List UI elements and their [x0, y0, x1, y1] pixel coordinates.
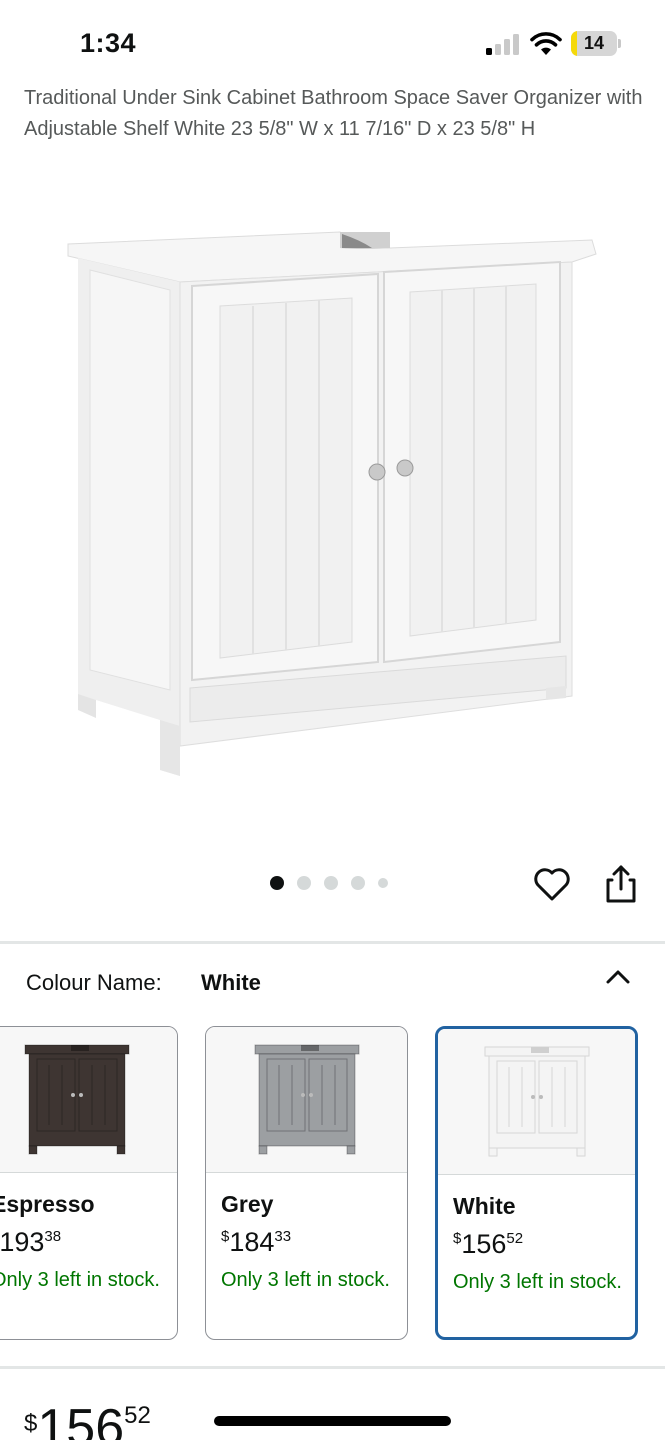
- chevron-up-icon[interactable]: [604, 966, 632, 988]
- share-icon[interactable]: [604, 864, 638, 904]
- section-divider: [0, 1366, 665, 1369]
- option-stock: Only 3 left in stock.: [221, 1269, 390, 1291]
- option-name: White: [453, 1193, 516, 1219]
- status-time: 1:34: [80, 28, 137, 58]
- carousel-dot[interactable]: [324, 876, 338, 890]
- battery-indicator: 14: [571, 31, 621, 56]
- carousel-dot[interactable]: [378, 878, 388, 888]
- option-price: $15652: [453, 1229, 524, 1259]
- section-divider: [0, 941, 665, 944]
- colour-option-grey[interactable]: Grey $18433 Only 3 left in stock.: [205, 1026, 408, 1340]
- wifi-icon: [530, 32, 562, 55]
- heart-icon[interactable]: [533, 866, 571, 902]
- product-title: Traditional Under Sink Cabinet Bathroom …: [24, 87, 643, 140]
- home-indicator[interactable]: [214, 1416, 451, 1426]
- carousel-dot[interactable]: [270, 876, 284, 890]
- swatch-image: [206, 1027, 407, 1173]
- colour-option-white[interactable]: White $15652 Only 3 left in stock.: [435, 1026, 638, 1340]
- swatch-image: [0, 1027, 177, 1173]
- option-stock: Only 3 left in stock.: [0, 1269, 160, 1291]
- main-price: $15652: [24, 1399, 151, 1440]
- status-bar: 1:34 14: [0, 0, 665, 80]
- carousel-dot[interactable]: [297, 876, 311, 890]
- colour-name-value: White: [201, 970, 261, 995]
- battery-level-text: 14: [583, 33, 605, 53]
- cabinet-thumbnail-icon: [484, 1046, 589, 1157]
- product-image[interactable]: [60, 210, 605, 790]
- option-name: Espresso: [0, 1191, 95, 1217]
- cellular-signal-icon: [486, 34, 519, 55]
- carousel-dot[interactable]: [351, 876, 365, 890]
- colour-name-label: Colour Name:: [26, 970, 162, 995]
- option-stock: Only 3 left in stock.: [453, 1271, 622, 1293]
- option-name: Grey: [221, 1191, 274, 1217]
- option-price: $19338: [0, 1227, 62, 1257]
- colour-option-espresso[interactable]: Espresso $19338 Only 3 left in stock.: [0, 1026, 178, 1340]
- swatch-image: [438, 1029, 635, 1175]
- cabinet-thumbnail-icon: [254, 1044, 359, 1155]
- cabinet-thumbnail-icon: [24, 1044, 129, 1155]
- option-price: $18433: [221, 1227, 292, 1257]
